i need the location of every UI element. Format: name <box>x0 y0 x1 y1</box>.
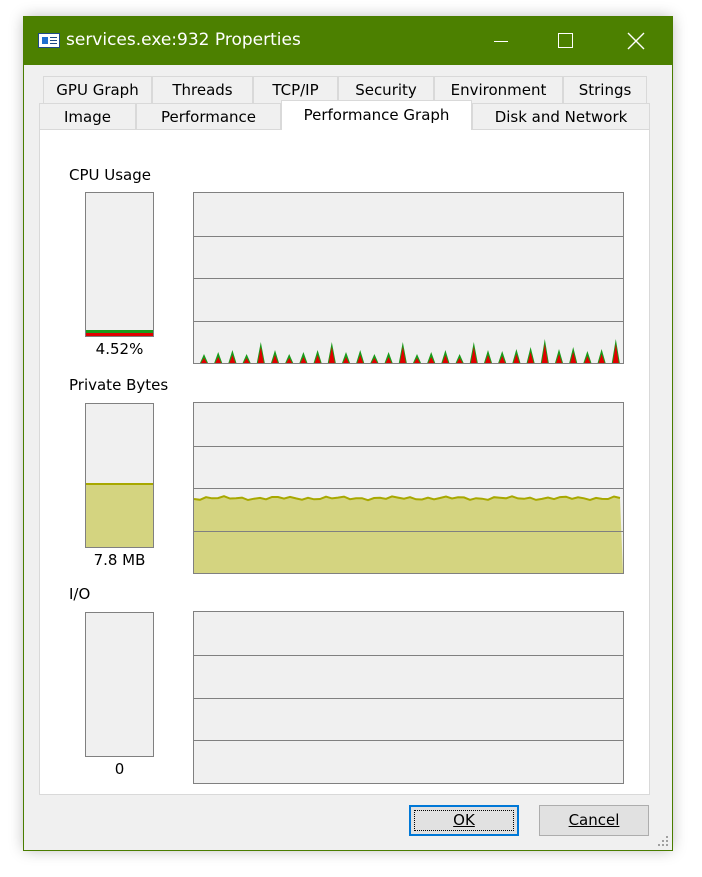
window-title: services.exe:932 Properties <box>66 30 301 50</box>
graph-canvas <box>194 655 623 741</box>
maximize-icon <box>558 33 573 48</box>
ok-button[interactable]: OK <box>409 805 519 836</box>
cpu-usage-label: CPU Usage <box>69 166 152 184</box>
private-bytes-meter <box>85 403 154 548</box>
cpu-usage-value: 4.52% <box>95 340 144 358</box>
focus-rectangle <box>414 810 514 831</box>
private-bytes-series-area <box>194 496 623 573</box>
io-meter <box>85 612 154 757</box>
close-icon <box>627 32 645 50</box>
title-bar[interactable]: services.exe:932 Properties <box>24 17 672 65</box>
app-icon <box>38 33 60 48</box>
io-label: I/O <box>69 585 91 603</box>
io-value: 0 <box>114 760 125 778</box>
private-bytes-label: Private Bytes <box>69 376 169 394</box>
tab-environment[interactable]: Environment <box>434 76 563 103</box>
cancel-button-label: Cancel <box>568 811 620 829</box>
performance-graph-panel: CPU Usage 4.52% Private Bytes 7.8 MB I/O… <box>39 129 650 795</box>
tab-security[interactable]: Security <box>338 76 434 103</box>
tab-gpu-graph[interactable]: GPU Graph <box>43 76 152 103</box>
minimize-icon <box>494 41 508 42</box>
tab-threads[interactable]: Threads <box>152 76 253 103</box>
minimize-button[interactable] <box>478 17 524 65</box>
tab-tcp-ip[interactable]: TCP/IP <box>253 76 338 103</box>
tab-image[interactable]: Image <box>39 103 136 130</box>
cancel-button[interactable]: Cancel <box>539 805 649 836</box>
maximize-button[interactable] <box>543 17 589 65</box>
graph-canvas <box>194 446 623 573</box>
private-bytes-level <box>86 483 153 547</box>
private-bytes-graph <box>193 402 624 574</box>
close-button[interactable] <box>614 17 660 65</box>
properties-window: services.exe:932 Properties GPU Graph Th… <box>24 17 672 850</box>
io-graph <box>193 611 624 784</box>
cpu-user-bar <box>86 330 153 333</box>
tab-disk-and-network[interactable]: Disk and Network <box>472 103 650 130</box>
graph-canvas <box>194 236 623 363</box>
tab-strings[interactable]: Strings <box>563 76 647 103</box>
tab-performance[interactable]: Performance <box>136 103 281 130</box>
resize-grip-icon[interactable] <box>657 835 669 847</box>
cpu-usage-graph <box>193 192 624 364</box>
cpu-kernel-bar <box>86 333 153 336</box>
tab-performance-graph[interactable]: Performance Graph <box>281 100 472 130</box>
cpu-usage-meter <box>85 192 154 337</box>
private-bytes-value: 7.8 MB <box>93 551 146 569</box>
